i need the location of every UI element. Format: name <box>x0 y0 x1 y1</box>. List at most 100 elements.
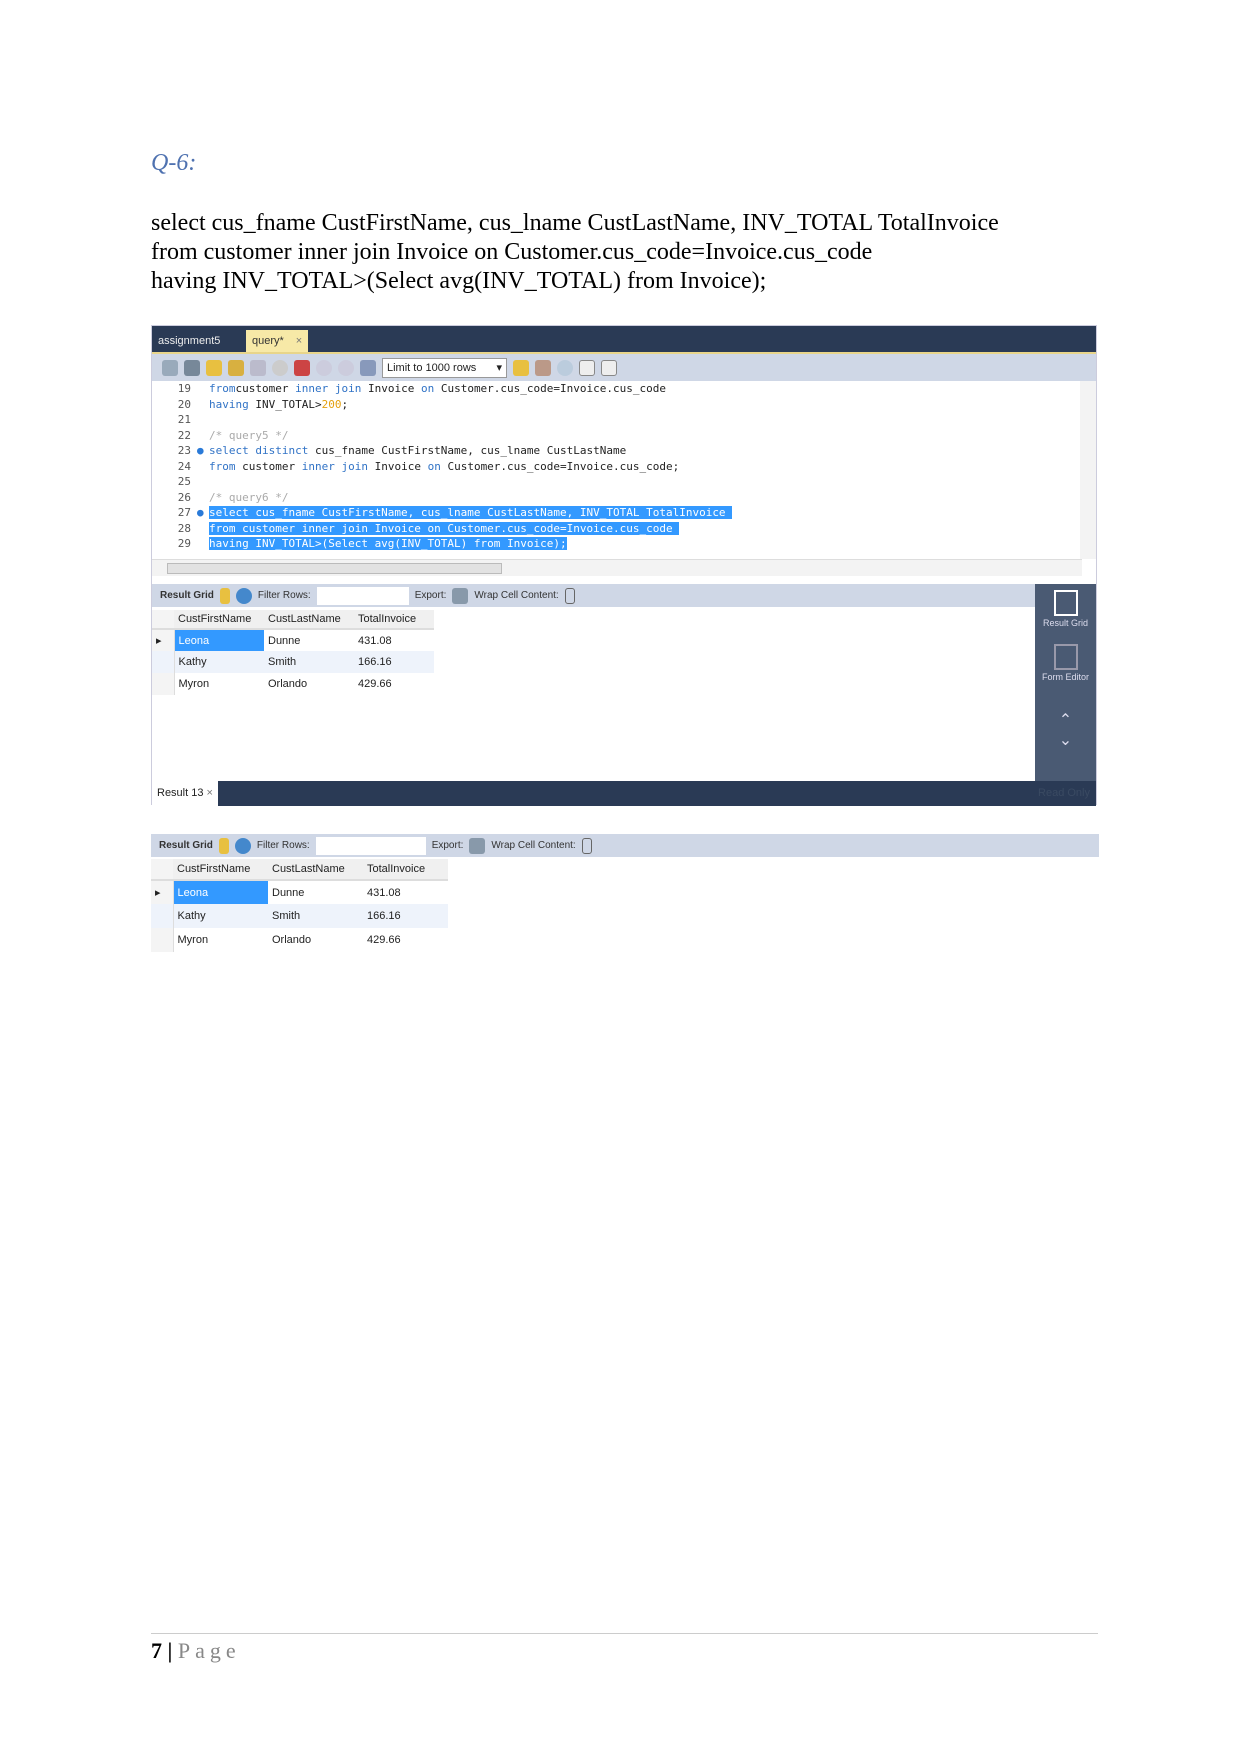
result-tab[interactable]: Result 13 × <box>152 781 218 806</box>
table-cell[interactable]: Kathy <box>174 651 264 673</box>
invisible-chars-icon[interactable] <box>579 359 595 376</box>
column-header[interactable]: TotalInvoice <box>354 610 434 630</box>
question-heading: Q-6: <box>151 150 197 176</box>
column-header[interactable]: CustLastName <box>264 610 354 630</box>
table-cell[interactable]: 166.16 <box>363 904 448 928</box>
editor-line[interactable]: 28 from customer inner join Invoice on Cu… <box>152 521 1082 537</box>
column-header[interactable]: CustFirstName <box>174 610 264 630</box>
code-token: select cus_fname CustFirstName, cus_lnam… <box>209 506 733 519</box>
table-row[interactable]: ▸ Leona Dunne 431.08 <box>151 880 448 904</box>
autocommit-icon[interactable] <box>360 359 376 376</box>
table-row[interactable]: Myron Orlando 429.66 <box>151 928 448 952</box>
limit-rows-select[interactable]: Limit to 1000 rows <box>382 357 507 378</box>
execute-icon[interactable] <box>206 359 222 376</box>
filter-rows-input[interactable] <box>315 836 426 855</box>
code-token: from customer inner join Invoice on Cust… <box>209 521 680 535</box>
horizontal-scrollbar[interactable] <box>152 559 1082 576</box>
wrap-label: Wrap Cell Content: <box>474 590 559 601</box>
table-cell[interactable]: Smith <box>264 651 354 673</box>
save-icon[interactable] <box>184 359 200 376</box>
table-row[interactable]: ▸ Leona Dunne 431.08 <box>152 629 434 651</box>
sql-line: from customer inner join Invoice on Cust… <box>151 239 873 265</box>
table-cell[interactable]: 431.08 <box>354 629 434 651</box>
editor-line[interactable]: 27 ● select cus_fname CustFirstName, cus_l… <box>152 505 1082 521</box>
wrap-icon[interactable] <box>581 837 592 854</box>
table-cell[interactable]: Myron <box>174 673 264 695</box>
tab-assignment5[interactable]: assignment5 <box>152 330 226 352</box>
export-icon[interactable] <box>452 587 469 604</box>
result-grid-side-label[interactable]: Result Grid <box>1035 618 1096 628</box>
editor-line[interactable]: 20 having INV_TOTAL>200; <box>152 397 1082 413</box>
line-number: 24 <box>177 459 191 473</box>
code-token: customer <box>235 382 296 395</box>
execute-current-icon[interactable] <box>228 359 244 376</box>
table-cell[interactable]: Dunne <box>264 629 354 651</box>
vertical-scrollbar[interactable] <box>1080 381 1096 559</box>
grid-icon[interactable] <box>218 837 229 854</box>
explain-icon[interactable] <box>250 359 266 376</box>
wrap-lines-icon[interactable] <box>601 359 617 376</box>
code-text: /* query5 */ <box>209 429 288 442</box>
table-cell[interactable]: Myron <box>173 928 268 952</box>
table-cell[interactable]: Smith <box>268 904 363 928</box>
editor-line[interactable]: 26 /* query6 */ <box>152 490 1082 506</box>
result-grid[interactable]: CustFirstName CustLastName TotalInvoice ▸ Le… <box>152 610 434 695</box>
refresh-icon[interactable] <box>235 587 252 604</box>
tab-query[interactable]: query* × <box>246 330 309 352</box>
find-icon[interactable] <box>557 359 573 376</box>
filter-rows-input[interactable] <box>316 586 409 605</box>
code-token: select distinct <box>209 444 309 457</box>
table-cell[interactable]: Leona <box>174 629 264 651</box>
editor-line[interactable]: 25 <box>152 474 1082 490</box>
editor-line[interactable]: 23 ● select distinct cus_fname CustFirstNa… <box>152 443 1082 459</box>
refresh-icon[interactable] <box>234 837 251 854</box>
editor-line[interactable]: 22 /* query5 */ <box>152 428 1082 444</box>
editor-line[interactable]: 24 from customer inner join Invoice on Cu… <box>152 459 1082 475</box>
editor-line[interactable]: 21 <box>152 412 1082 428</box>
page-footer: 7 | Page <box>151 1638 241 1664</box>
tab-label: query* <box>252 335 284 347</box>
bookmark-icon[interactable] <box>513 359 529 376</box>
column-header[interactable]: CustLastName <box>268 859 363 881</box>
editor-line[interactable]: 29 having INV_TOTAL>(Select avg(INV_TOTAL… <box>152 536 1082 552</box>
table-cell[interactable]: Orlando <box>264 673 354 695</box>
table-row[interactable]: Kathy Smith 166.16 <box>151 904 448 928</box>
commit-icon[interactable] <box>316 359 332 376</box>
close-icon[interactable]: × <box>296 335 302 347</box>
result-grid[interactable]: CustFirstName CustLastName TotalInvoice ▸ Le… <box>151 859 448 952</box>
column-header[interactable]: TotalInvoice <box>363 859 448 881</box>
page-label: Page <box>177 1638 241 1663</box>
close-icon[interactable]: × <box>207 787 213 799</box>
code-token: inner join <box>301 459 368 473</box>
table-cell[interactable]: Kathy <box>173 904 268 928</box>
grid-icon[interactable] <box>219 587 230 604</box>
table-cell[interactable]: Leona <box>173 880 268 904</box>
export-icon[interactable] <box>469 837 486 854</box>
open-icon[interactable] <box>162 359 178 376</box>
result-grid-icon[interactable] <box>1053 590 1078 616</box>
scroll-thumb[interactable] <box>167 563 502 574</box>
editor-line[interactable]: 19 fromcustomer inner join Invoice on Cus… <box>152 381 1082 397</box>
wrap-icon[interactable] <box>564 587 575 604</box>
toggle-error-icon[interactable] <box>294 359 310 376</box>
table-row[interactable]: Myron Orlando 429.66 <box>152 673 434 695</box>
chevron-updown-icon[interactable]: ⌃ ⌄ <box>1035 710 1096 750</box>
form-editor-icon[interactable] <box>1053 644 1078 670</box>
column-header[interactable]: CustFirstName <box>173 859 268 881</box>
table-cell[interactable]: 166.16 <box>354 651 434 673</box>
beautify-icon[interactable] <box>535 359 551 376</box>
table-cell[interactable]: Dunne <box>268 880 363 904</box>
line-number: 23 <box>177 444 191 457</box>
code-token: having <box>209 397 249 411</box>
stop-icon[interactable] <box>272 359 288 376</box>
line-number: 25 <box>177 475 191 488</box>
table-cell[interactable]: 429.66 <box>354 673 434 695</box>
table-cell[interactable]: 429.66 <box>363 928 448 952</box>
table-cell[interactable]: 431.08 <box>363 880 448 904</box>
form-editor-label[interactable]: Form Editor <box>1035 672 1096 682</box>
rollback-icon[interactable] <box>338 359 354 376</box>
table-row[interactable]: Kathy Smith 166.16 <box>152 651 434 673</box>
sql-editor[interactable]: 19 fromcustomer inner join Invoice on Cus… <box>152 381 1082 559</box>
code-token: 200 <box>321 397 342 411</box>
table-cell[interactable]: Orlando <box>268 928 363 952</box>
